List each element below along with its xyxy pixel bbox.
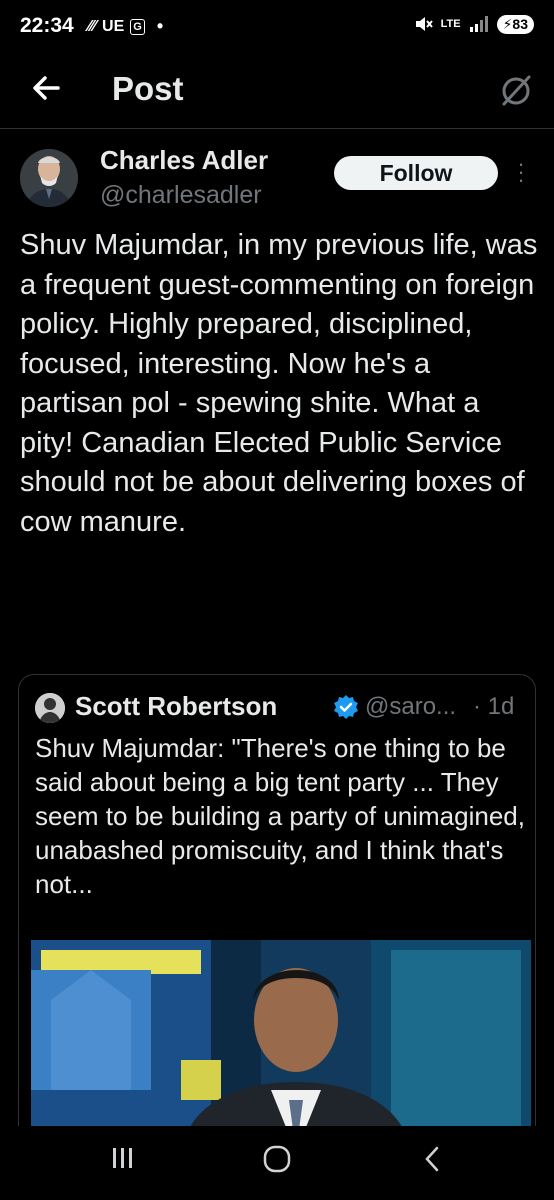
status-dot: • bbox=[156, 16, 164, 36]
follow-button[interactable]: Follow bbox=[334, 156, 498, 190]
system-navigation-bar bbox=[0, 1126, 554, 1200]
status-box-icon: G bbox=[130, 18, 145, 35]
status-right-icons: LTE ⚡83 bbox=[413, 14, 534, 34]
back-arrow-icon[interactable] bbox=[28, 70, 64, 106]
status-time: 22:34 bbox=[20, 14, 74, 37]
avatar-image bbox=[20, 149, 78, 207]
quoted-author-name: Scott Robertson bbox=[75, 691, 278, 721]
battery-indicator: ⚡83 bbox=[496, 14, 534, 34]
quoted-post[interactable]: Scott Robertson @saro... · 1d Shuv Majum… bbox=[18, 674, 536, 1156]
grok-icon[interactable] bbox=[496, 70, 536, 110]
quoted-timestamp: · 1d bbox=[473, 693, 515, 720]
author-avatar[interactable] bbox=[20, 149, 78, 207]
author-name[interactable]: Charles Adler bbox=[100, 145, 268, 176]
quoted-avatar-image bbox=[35, 693, 65, 723]
quoted-post-video-thumbnail[interactable] bbox=[31, 940, 531, 1152]
status-left-icons: ⁄⁄⁄ UE G • bbox=[88, 16, 163, 37]
page-title: Post bbox=[112, 70, 184, 107]
author-handle[interactable]: @charlesadler bbox=[100, 181, 262, 210]
quoted-post-text: Shuv Majumdar: "There's one thing to be … bbox=[35, 733, 525, 899]
quoted-post-header: Scott Robertson @saro... · 1d bbox=[35, 691, 525, 725]
home-icon[interactable] bbox=[262, 1144, 292, 1174]
quoted-author-handle: @saro... bbox=[365, 693, 457, 720]
more-options-icon[interactable]: · · · bbox=[516, 153, 526, 191]
network-type: LTE bbox=[440, 18, 461, 30]
back-nav-icon[interactable] bbox=[422, 1144, 442, 1174]
status-ue-text: UE bbox=[102, 17, 125, 35]
video-frame-image bbox=[31, 940, 531, 1152]
post-text: Shuv Majumdar, in my previous life, was … bbox=[20, 229, 538, 538]
quoted-author-avatar bbox=[35, 693, 65, 723]
mute-icon bbox=[415, 17, 433, 31]
signal-slash-icon: ⁄⁄⁄ bbox=[88, 17, 97, 35]
verified-badge-icon bbox=[334, 695, 358, 719]
recent-apps-icon[interactable] bbox=[110, 1144, 136, 1172]
battery-level: 83 bbox=[512, 15, 528, 32]
top-app-bar: Post bbox=[0, 56, 554, 129]
status-bar: 22:34 ⁄⁄⁄ UE G • LTE ⚡83 bbox=[0, 0, 554, 56]
signal-icon bbox=[469, 16, 488, 32]
